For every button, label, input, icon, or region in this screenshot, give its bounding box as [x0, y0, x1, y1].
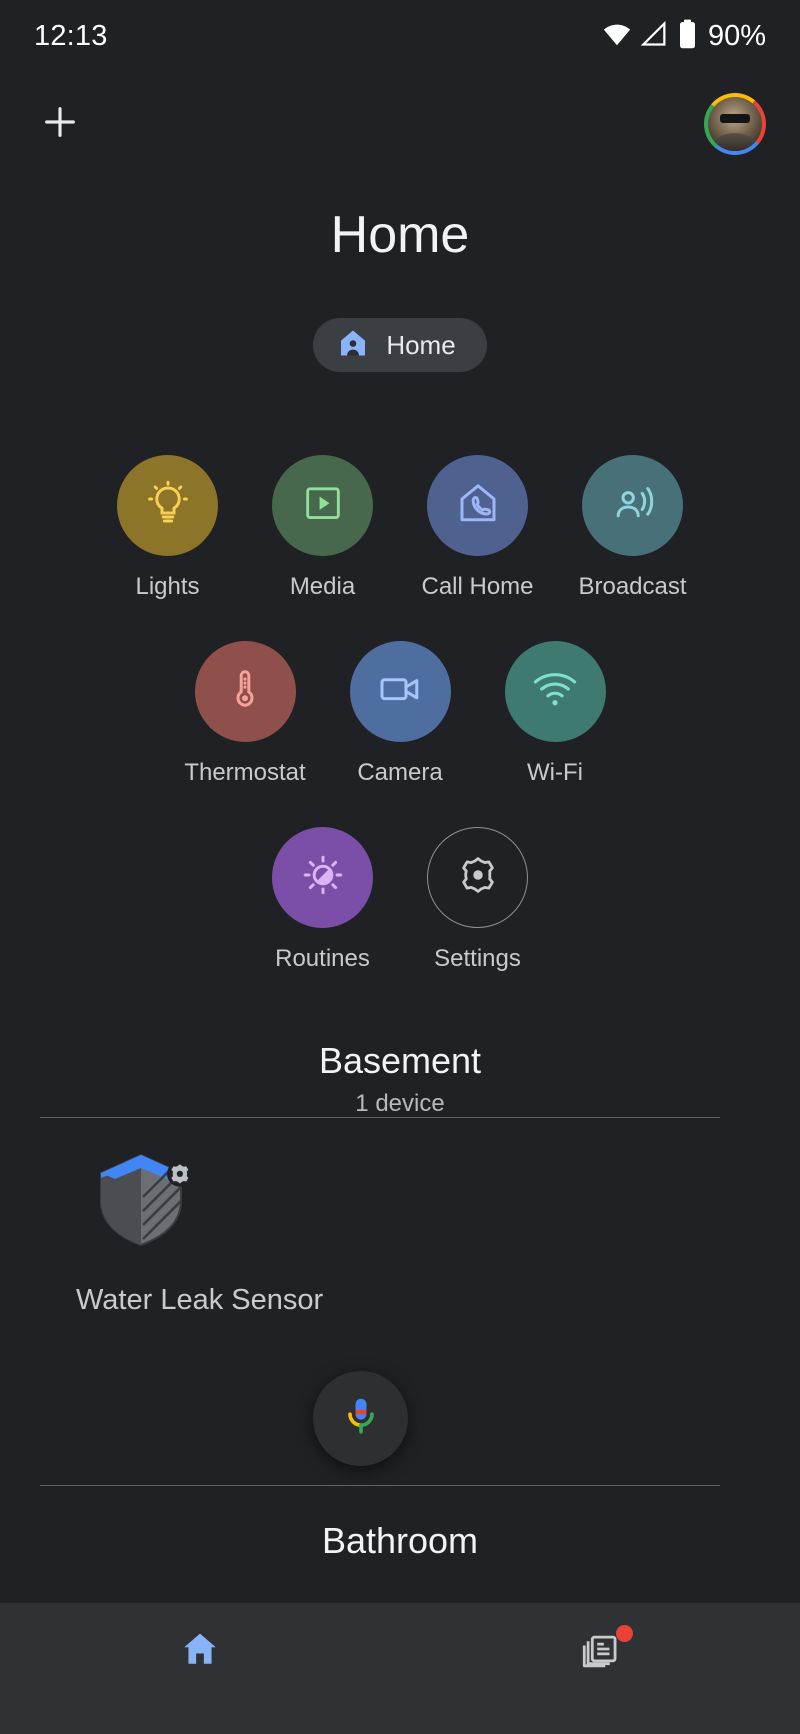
room-title: Basement	[318, 1040, 482, 1081]
battery-icon	[678, 19, 697, 54]
settings-icon-circle	[427, 827, 528, 928]
device-card-water-leak-sensor[interactable]: Water Leak Sensor	[76, 1130, 356, 1317]
quick-actions-row-1: Lights Media Call Home Broadcast	[0, 455, 800, 601]
quick-action-settings[interactable]: Settings	[400, 827, 555, 973]
lightbulb-icon	[144, 479, 192, 532]
quick-actions-grid: Lights Media Call Home Broadcast Thermos…	[0, 455, 800, 973]
cell-signal-icon	[640, 20, 669, 53]
bottom-navigation-bar	[0, 1603, 800, 1734]
quick-action-label: Broadcast	[578, 573, 687, 600]
quick-action-wifi[interactable]: Wi-Fi	[478, 641, 633, 787]
thermostat-icon-circle	[194, 641, 296, 742]
quick-action-label: Settings	[434, 945, 521, 972]
quick-action-label: Lights	[135, 573, 200, 600]
quick-action-thermostat[interactable]: Thermostat	[168, 641, 323, 787]
google-home-app-screen: 12:13 90% Home Home Lights Media Call Ho…	[0, 0, 800, 1734]
broadcast-icon	[609, 479, 657, 532]
play-box-icon	[300, 480, 346, 531]
thermometer-icon	[221, 665, 269, 718]
quick-action-label: Wi-Fi	[527, 759, 583, 786]
notification-badge	[616, 1625, 633, 1642]
quick-action-camera[interactable]: Camera	[323, 641, 478, 787]
wifi-waves-icon	[530, 664, 580, 719]
add-device-button[interactable]	[34, 98, 86, 150]
device-name: Water Leak Sensor	[76, 1284, 324, 1316]
home-phone-icon	[454, 479, 502, 532]
quick-action-label: Call Home	[421, 573, 534, 600]
wifi-icon	[602, 19, 632, 54]
camera-icon-circle	[349, 641, 451, 742]
feed-icon	[579, 1628, 621, 1675]
quick-action-broadcast[interactable]: Broadcast	[555, 455, 710, 601]
row-spacer	[0, 787, 800, 827]
google-assistant-button[interactable]	[313, 1371, 408, 1466]
lights-icon-circle	[117, 455, 218, 556]
status-bar: 12:13 90%	[0, 0, 800, 72]
quick-action-call-home[interactable]: Call Home	[400, 455, 555, 601]
nav-item-feed[interactable]	[400, 1603, 800, 1699]
water-leak-sensor-icon	[76, 1130, 206, 1260]
account-avatar-button[interactable]	[704, 93, 766, 155]
wifi-icon-circle	[504, 641, 606, 742]
quick-action-lights[interactable]: Lights	[90, 455, 245, 601]
top-app-bar	[0, 78, 800, 170]
status-bar-clock: 12:13	[34, 19, 108, 52]
quick-action-media[interactable]: Media	[245, 455, 400, 601]
plus-icon	[40, 102, 80, 147]
home-selector-label: Home	[386, 329, 456, 360]
call-home-icon-circle	[427, 455, 528, 556]
media-icon-circle	[272, 455, 373, 556]
page-title: Home	[330, 206, 470, 264]
quick-action-routines[interactable]: Routines	[245, 827, 400, 973]
status-bar-indicators: 90%	[602, 19, 766, 54]
quick-actions-row-2: Thermostat Camera Wi-Fi	[0, 641, 800, 787]
home-person-icon	[337, 327, 369, 364]
section-divider	[40, 1485, 720, 1486]
quick-actions-row-3: Routines Settings	[0, 827, 800, 973]
room-device-count: 1 device	[355, 1090, 445, 1117]
quick-action-label: Media	[289, 573, 356, 600]
nav-item-home[interactable]	[0, 1603, 400, 1699]
gear-icon	[457, 854, 499, 901]
broadcast-icon-circle	[582, 455, 683, 556]
next-room-title: Bathroom	[321, 1520, 479, 1561]
home-icon	[179, 1628, 221, 1675]
home-selector-row: Home	[0, 318, 800, 372]
routines-icon-circle	[272, 827, 373, 928]
quick-action-label: Routines	[275, 945, 370, 972]
account-avatar	[708, 97, 762, 151]
battery-percent-label: 90%	[707, 19, 766, 52]
row-spacer	[0, 601, 800, 641]
home-selector-chip[interactable]: Home	[313, 318, 487, 372]
quick-action-label: Thermostat	[184, 759, 306, 786]
routines-sun-icon	[299, 851, 347, 904]
video-camera-icon	[376, 665, 424, 718]
quick-action-label: Camera	[357, 759, 443, 786]
google-assistant-mic-icon	[339, 1394, 383, 1443]
